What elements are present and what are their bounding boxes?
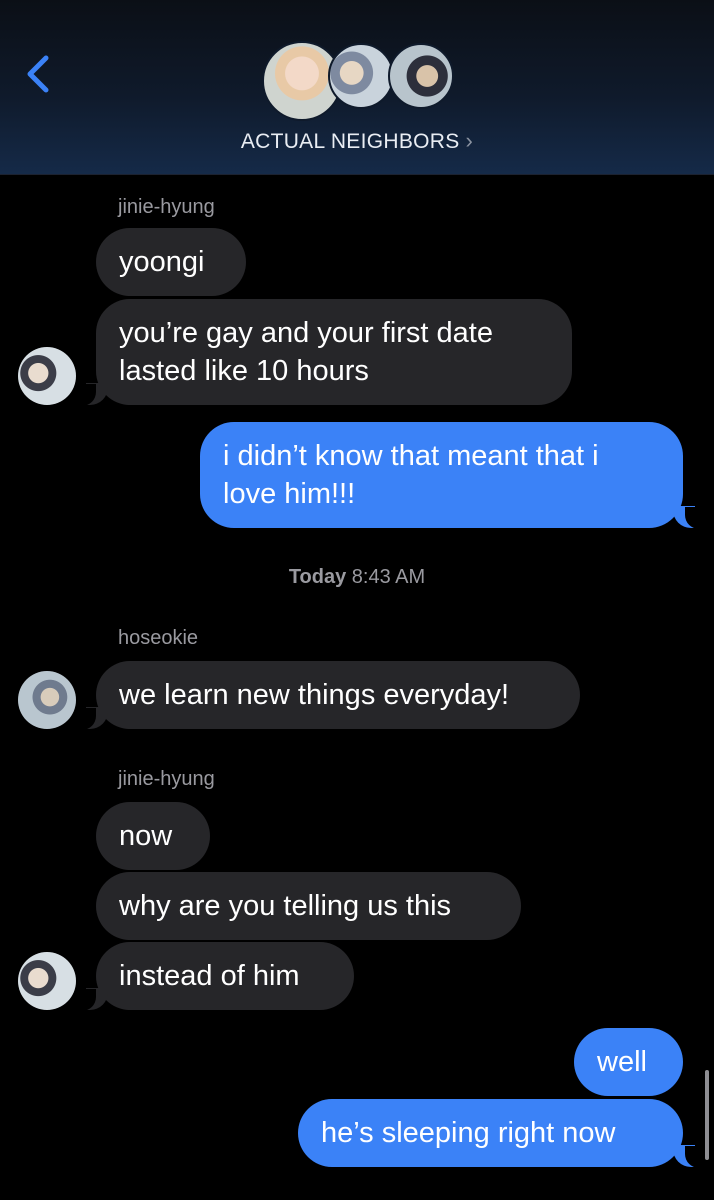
timestamp: Today 8:43 AM — [0, 566, 714, 589]
message-text: i didn’t know that meant that i — [223, 440, 599, 472]
timestamp-day: Today — [288, 566, 347, 588]
outgoing-message[interactable]: he’s sleeping right now — [298, 1099, 683, 1167]
chevron-left-icon — [27, 55, 49, 93]
sender-avatar[interactable] — [18, 952, 76, 1010]
message-text: lasted like 10 hours — [119, 355, 369, 387]
sender-name: hoseokie — [118, 627, 199, 649]
group-avatar-3 — [388, 43, 454, 109]
sender-name: jinie-hyung — [118, 196, 215, 218]
back-button[interactable] — [18, 50, 58, 98]
incoming-message[interactable]: yoongi — [96, 228, 246, 296]
incoming-message[interactable]: instead of him — [96, 942, 354, 1010]
bubble-tail — [74, 988, 108, 1011]
outgoing-message[interactable]: well — [574, 1028, 683, 1096]
chat-header: ACTUAL NEIGHBORS › — [0, 0, 714, 175]
message-text: you’re gay and your first date — [119, 317, 493, 349]
bubble-tail — [673, 1145, 707, 1168]
timestamp-time: 8:43 AM — [351, 566, 426, 588]
group-name-label: ACTUAL NEIGHBORS — [240, 130, 460, 153]
message-text: well — [597, 1046, 647, 1078]
message-text: instead of him — [119, 960, 300, 992]
sender-avatar[interactable] — [18, 347, 76, 405]
message-text: why are you telling us this — [119, 890, 452, 922]
message-text: love him!!! — [223, 478, 356, 510]
message-text: he’s sleeping right now — [321, 1117, 616, 1149]
incoming-message[interactable]: you’re gay and your first date lasted li… — [96, 299, 572, 405]
scrollbar[interactable] — [705, 1070, 709, 1160]
outgoing-message[interactable]: i didn’t know that meant that i love him… — [200, 422, 683, 528]
message-text: now — [119, 820, 173, 852]
sender-avatar[interactable] — [18, 671, 76, 729]
chevron-right-icon: › — [465, 128, 474, 153]
bubble-tail — [74, 383, 108, 406]
group-avatars[interactable] — [262, 41, 462, 121]
bubble-tail — [673, 506, 707, 529]
message-text: yoongi — [119, 246, 205, 278]
incoming-message[interactable]: we learn new things everyday! — [96, 661, 580, 729]
message-text: we learn new things everyday! — [119, 679, 510, 711]
incoming-message[interactable]: why are you telling us this — [96, 872, 521, 940]
group-avatar-2 — [328, 43, 394, 109]
bubble-tail — [74, 707, 108, 730]
incoming-message[interactable]: now — [96, 802, 210, 870]
sender-name: jinie-hyung — [118, 768, 215, 790]
group-name-button[interactable]: ACTUAL NEIGHBORS › — [0, 128, 714, 154]
